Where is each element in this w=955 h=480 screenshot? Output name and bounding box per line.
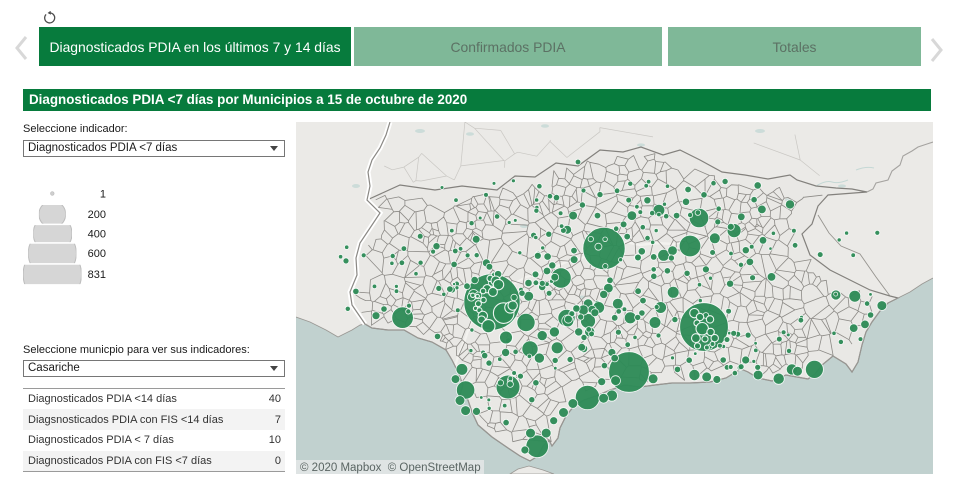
svg-text:400: 400 [88, 229, 106, 241]
svg-text:200: 200 [88, 209, 106, 221]
svg-text:831: 831 [88, 269, 106, 281]
svg-text:1: 1 [100, 189, 106, 201]
svg-text:600: 600 [88, 248, 106, 260]
svg-text:© 2020 Mapbox © OpenStreetMap: © 2020 Mapbox © OpenStreetMap [300, 462, 481, 474]
